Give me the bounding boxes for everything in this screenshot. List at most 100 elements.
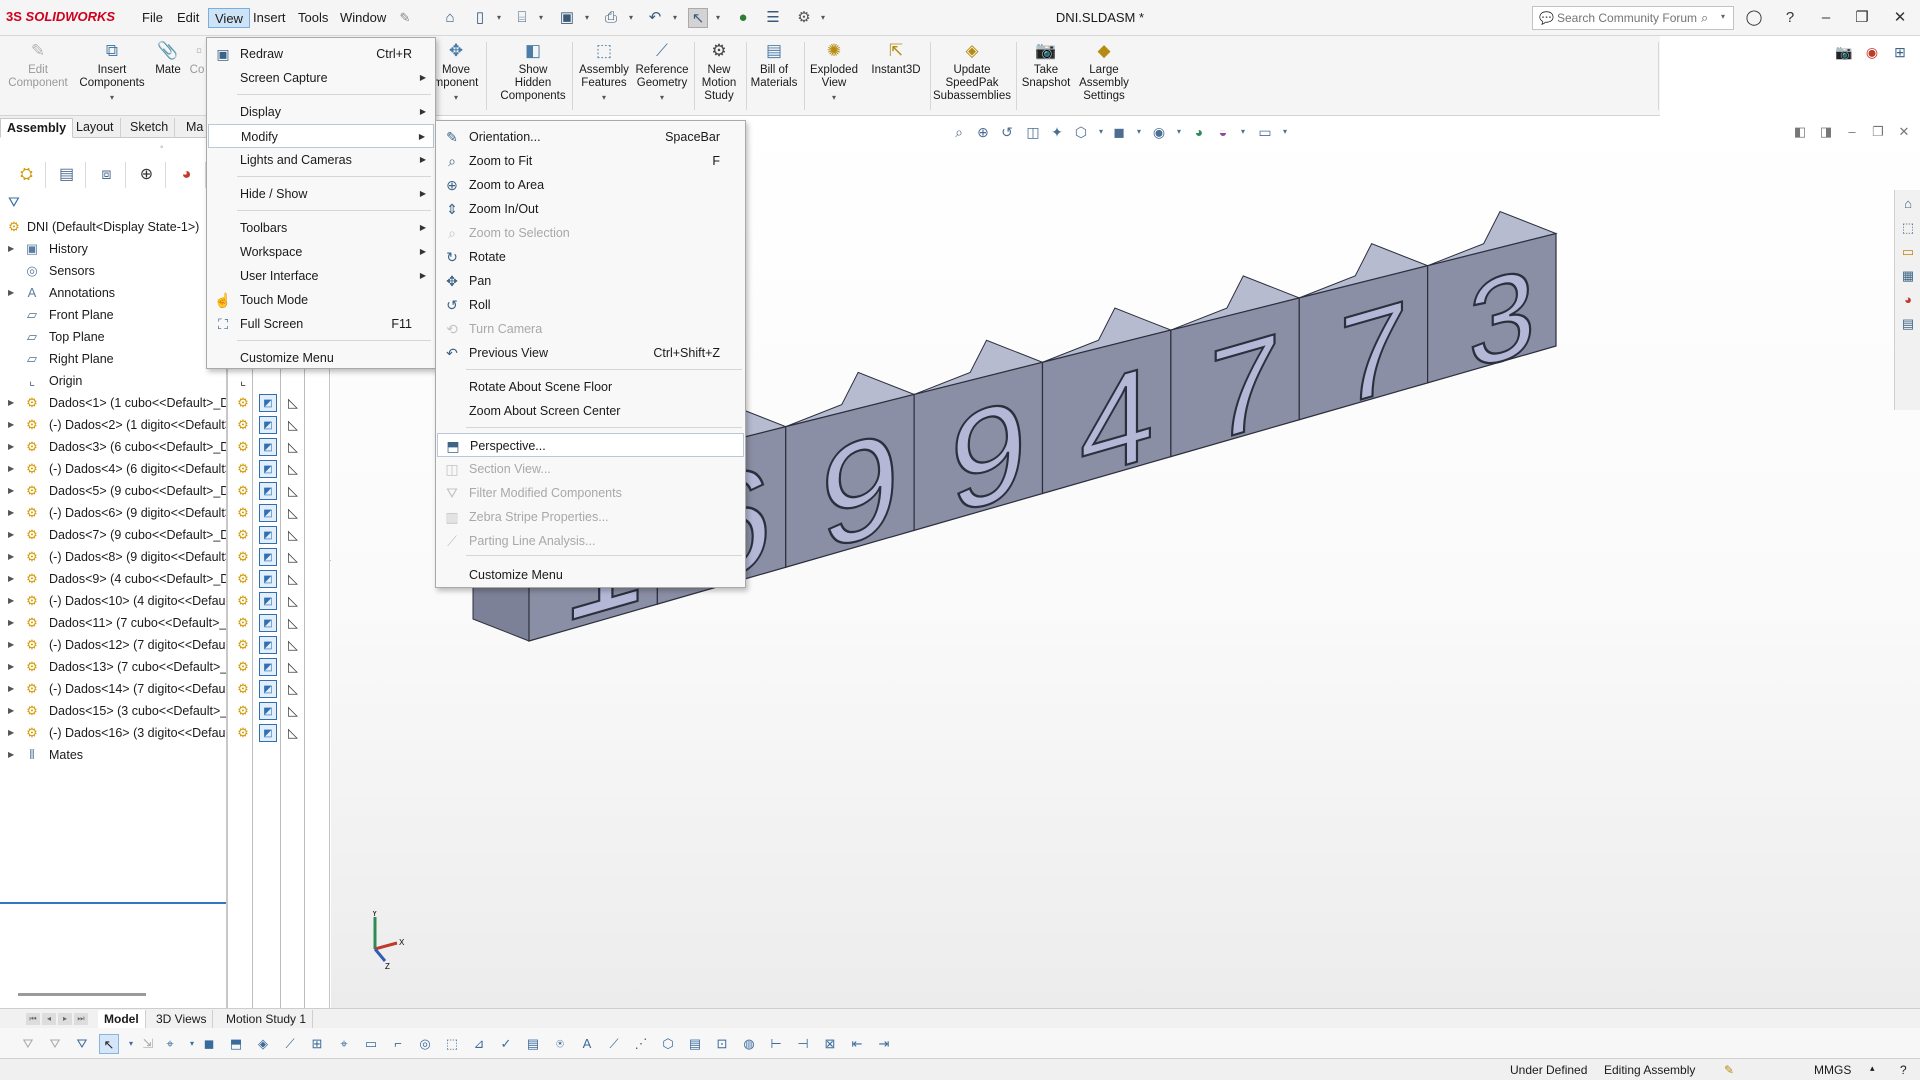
view-menu-item-screen-capture[interactable]: Screen Capture ▶ xyxy=(208,66,434,90)
filter-axes-icon[interactable]: ⟋ xyxy=(280,1034,300,1054)
expand-arrow-icon[interactable]: ▶ xyxy=(8,678,14,700)
tree-item[interactable]: ▶ ⚙ Dados<13> (7 cubo<<Default>_D xyxy=(0,656,228,678)
tree-item[interactable]: ◎ Sensors xyxy=(0,260,228,282)
modify-menu-item-roll[interactable]: ↺ Roll xyxy=(437,293,744,317)
tab-model[interactable]: Model xyxy=(98,1010,146,1028)
component-button[interactable]: ▫ Co xyxy=(188,40,206,77)
filter-routing-points-icon[interactable]: ⇤ xyxy=(847,1034,867,1054)
move-component-button[interactable]: ✥ Move mponent ▾ xyxy=(430,40,482,104)
filter-faces-icon[interactable]: ◼ xyxy=(199,1034,219,1054)
view-menu-item-toolbars[interactable]: Toolbars ▶ xyxy=(208,216,434,240)
show-hidden-components-button[interactable]: ◧ Show Hidden Components xyxy=(498,40,568,103)
tree-item[interactable]: ▶ ⚙ (-) Dados<12> (7 digito<<Default xyxy=(0,634,228,656)
menu-view[interactable]: View xyxy=(208,8,250,28)
die-digit-text[interactable]: 7 xyxy=(1208,304,1282,471)
undo-dropdown-icon[interactable]: ▾ xyxy=(673,14,681,22)
view-menu-item-workspace[interactable]: Workspace ▶ xyxy=(208,240,434,264)
filter-edges-icon[interactable]: ▾ xyxy=(187,1034,197,1054)
print-dropdown-icon[interactable]: ▾ xyxy=(629,14,637,22)
filter-blocks-icon[interactable]: ⊡ xyxy=(712,1034,732,1054)
filter-notes-icon[interactable]: ▤ xyxy=(523,1034,543,1054)
die-digit-text[interactable]: 9 xyxy=(819,398,900,582)
filter-center-marks-icon[interactable]: ⬚ xyxy=(442,1034,462,1054)
custom-properties-icon[interactable]: ▤ xyxy=(1898,314,1918,334)
view-menu-item-touch-mode[interactable]: ☝ Touch Mode xyxy=(208,288,434,312)
modify-menu-item-perspective[interactable]: ⬒ Perspective... xyxy=(437,433,744,457)
modify-menu-item-rotate[interactable]: ↻ Rotate xyxy=(437,245,744,269)
update-speedpak-button[interactable]: ◈ Update SpeedPak Subassemblies xyxy=(932,40,1012,103)
tree-item[interactable]: ▶ ⚙ (-) Dados<2> (1 digito<<Default> xyxy=(0,414,228,436)
filter-datum-icon[interactable]: ⋰ xyxy=(631,1034,651,1054)
menu-tools[interactable]: Tools xyxy=(292,8,334,28)
view-menu-item-user-interface[interactable]: User Interface ▶ xyxy=(208,264,434,288)
filter-midpoints-icon[interactable]: ◎ xyxy=(415,1034,435,1054)
file-explorer-icon[interactable]: ▭ xyxy=(1898,242,1918,262)
expand-arrow-icon[interactable]: ▶ xyxy=(8,480,14,502)
modify-menu-item-zoom-about-screen-center[interactable]: Zoom About Screen Center xyxy=(437,399,744,423)
options-gear-icon[interactable]: ⚙ xyxy=(794,8,814,28)
design-library-icon[interactable]: ⬚ xyxy=(1898,218,1918,238)
modify-menu-item-pan[interactable]: ✥ Pan xyxy=(437,269,744,293)
die-digit-text[interactable]: 9 xyxy=(949,367,1028,545)
tree-item[interactable]: ▶ ⚙ (-) Dados<16> (3 digito<<Default xyxy=(0,722,228,744)
filter-routing-icon[interactable]: ⊠ xyxy=(820,1034,840,1054)
insert-components-dropdown-icon[interactable]: ▾ xyxy=(76,91,148,104)
traffic-light-icon[interactable]: ● xyxy=(733,8,753,28)
modify-menu-item-zoom-to-fit[interactable]: ⌕ Zoom to Fit F xyxy=(437,149,744,173)
view-menu-item-full-screen[interactable]: ⛶ Full Screen F11 xyxy=(208,312,434,336)
view-menu-item-display[interactable]: Display ▶ xyxy=(208,100,434,124)
units-dropdown-icon[interactable]: ▴ xyxy=(1870,1063,1875,1074)
record-icon[interactable]: ◉ xyxy=(1862,42,1882,62)
expand-arrow-icon[interactable]: ▶ xyxy=(8,282,14,304)
configuration-manager-tab-icon[interactable]: ⧈ xyxy=(88,162,126,188)
filter-solids-icon[interactable]: ◈ xyxy=(253,1034,273,1054)
reference-geometry-button[interactable]: ⟋ Reference Geometry ▾ xyxy=(634,40,690,104)
pin-icon[interactable]: ✎ xyxy=(395,8,415,28)
help-icon[interactable]: ? xyxy=(1778,6,1802,30)
close-icon[interactable]: ✕ xyxy=(1888,6,1912,30)
open-dropdown-icon[interactable]: ▾ xyxy=(539,14,547,22)
user-account-icon[interactable]: ◯ xyxy=(1742,6,1766,30)
tree-root-item[interactable]: ⚙ DNI (Default<Display State-1>) xyxy=(0,216,228,238)
select-dropdown-icon[interactable]: ▾ xyxy=(126,1034,136,1054)
view-menu-item-lights-and-cameras[interactable]: Lights and Cameras ▶ xyxy=(208,148,434,172)
filter-clear-icon[interactable]: ⛛ xyxy=(45,1034,65,1054)
file-properties-icon[interactable]: ☰ xyxy=(763,8,783,28)
expand-arrow-icon[interactable]: ▶ xyxy=(8,700,14,722)
instant3d-button[interactable]: ⇱ Instant3D xyxy=(866,40,926,77)
tree-item[interactable]: ▶ ⚙ Dados<15> (3 cubo<<Default>_D xyxy=(0,700,228,722)
filter-centerline-icon[interactable]: ⊿ xyxy=(469,1034,489,1054)
exploded-view-dropdown-icon[interactable]: ▾ xyxy=(806,91,862,104)
expand-arrow-icon[interactable]: ▶ xyxy=(8,502,14,524)
tree-item[interactable]: ▶ ⚙ (-) Dados<8> (9 digito<<Default> xyxy=(0,546,228,568)
minimize-icon[interactable]: – xyxy=(1814,6,1838,30)
feature-tree-tab-icon[interactable]: ⛭ xyxy=(8,162,46,188)
expand-arrow-icon[interactable]: ▶ xyxy=(8,546,14,568)
tree-item[interactable]: ▶ ⚙ (-) Dados<4> (6 digito<<Default> xyxy=(0,458,228,480)
menu-window[interactable]: Window xyxy=(334,8,392,28)
view-palette-icon[interactable]: ▦ xyxy=(1898,266,1918,286)
tab-sketch[interactable]: Sketch xyxy=(124,118,176,138)
tree-item[interactable]: ▶ ⫴ Mates xyxy=(0,744,228,766)
select-dropdown-icon[interactable]: ▾ xyxy=(716,14,724,22)
filter-all-icon[interactable]: ⛛ xyxy=(72,1034,92,1054)
tab-3d-views[interactable]: 3D Views xyxy=(150,1010,214,1028)
dimxpert-tab-icon[interactable]: ⊕ xyxy=(128,162,166,188)
restore-icon[interactable]: ❐ xyxy=(1850,6,1874,30)
modify-menu-item-previous-view[interactable]: ↶ Previous View Ctrl+Shift+Z xyxy=(437,341,744,365)
expand-arrow-icon[interactable]: ▶ xyxy=(8,524,14,546)
solidworks-logo[interactable]: 3S SOLIDWORKS xyxy=(6,9,115,24)
horizontal-scrollbar[interactable] xyxy=(18,993,146,996)
select-cursor-icon[interactable]: ↖ xyxy=(99,1034,119,1054)
camera-icon[interactable]: 📷 xyxy=(1834,42,1854,62)
filter-datum-target-icon[interactable]: ⬡ xyxy=(658,1034,678,1054)
home-icon[interactable]: ⌂ xyxy=(440,8,460,28)
units-selector[interactable]: MMGS xyxy=(1814,1063,1851,1077)
tab-motion-study[interactable]: Motion Study 1 xyxy=(220,1010,314,1028)
property-manager-tab-icon[interactable]: ▤ xyxy=(48,162,86,188)
view-menu-item-customize-menu[interactable]: Customize Menu xyxy=(208,346,434,370)
filter-vertices-icon[interactable]: ⌖ xyxy=(160,1034,180,1054)
move-component-dropdown-icon[interactable]: ▾ xyxy=(430,91,482,104)
first-tab-icon[interactable]: ⏮ xyxy=(26,1013,40,1025)
panel-handle-icon[interactable]: ◦ xyxy=(160,142,164,153)
